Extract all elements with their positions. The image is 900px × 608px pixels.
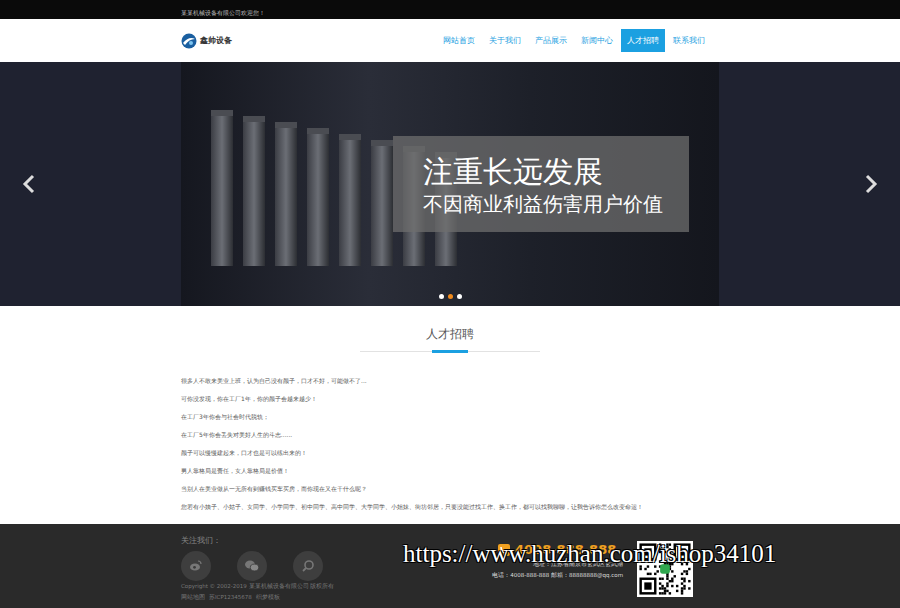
top-bar: 某某机械设备有限公司欢迎您！ [0, 0, 900, 19]
nav-item[interactable]: 联系我们 [667, 29, 711, 52]
paragraph: 在工厂5年你会丢失对美好人生的斗志...... [181, 426, 719, 444]
footer-link[interactable]: 网站地图 [181, 592, 205, 603]
slide-dot[interactable] [457, 294, 462, 299]
slide-dot[interactable] [439, 294, 444, 299]
paragraph: 可你没发现，你在工厂1年，你的颜子会越来越少！ [181, 390, 719, 408]
paragraph: 您若有小姨子、小姑子、女同学、小学同学、初中同学、高中同学、大学同学、小姐妹、街… [181, 498, 719, 516]
header: 鑫帅设备 网站首页关于我们产品展示新闻中心人才招聘联系我们 [0, 19, 900, 62]
main-nav: 网站首页关于我们产品展示新闻中心人才招聘联系我们 [437, 29, 711, 52]
welcome-text: 某某机械设备有限公司欢迎您！ [181, 9, 265, 16]
nav-item[interactable]: 网站首页 [437, 29, 481, 52]
footer-link[interactable]: 苏ICP12345678 [209, 592, 252, 603]
paragraph: 男人靠格局是责任，女人靠格局是价值！ [181, 462, 719, 480]
nav-item[interactable]: 关于我们 [483, 29, 527, 52]
nav-item[interactable]: 产品展示 [529, 29, 573, 52]
logo-icon [181, 33, 197, 49]
paragraph: 当别人在美业做从一无所有到赚钱买车买房，而你现在又在干什么呢？ [181, 480, 719, 498]
contact-info: 电话：4008-888-888 邮箱：88888888@qq.com [477, 570, 623, 581]
slide-dots [0, 294, 900, 299]
footer-link[interactable]: 织梦模板 [256, 592, 280, 603]
nav-item[interactable]: 新闻中心 [575, 29, 619, 52]
page: 某某机械设备有限公司欢迎您！ 鑫帅设备 网站首页关于我们产品展示新闻中心人才招聘… [0, 0, 900, 608]
wechat-icon[interactable] [237, 551, 267, 581]
paragraph: 在工厂3年你会与社会时代脱轨； [181, 408, 719, 426]
watermark: https://www.huzhan.com/ishop34101 [403, 540, 776, 568]
search-icon[interactable] [293, 551, 323, 581]
banner: 注重长远发展 不因商业利益伤害用户价值 [0, 62, 900, 306]
paragraph: 很多人不敢来美业上班，认为自己没有颜子，口才不好，可能做不了... [181, 372, 719, 390]
next-arrow-icon[interactable] [864, 174, 878, 194]
copyright: Copyright © 2002-2019 某某机械设备有限公司 版权所有 [181, 581, 497, 592]
weibo-icon[interactable] [181, 551, 211, 581]
paragraph: 颜子可以慢慢建起来，口才也是可以练出来的！ [181, 444, 719, 462]
logo[interactable]: 鑫帅设备 [181, 33, 232, 49]
nav-item[interactable]: 人才招聘 [621, 29, 665, 52]
footer: 关注我们： Copyright © 2002-2019 某某机械设备有限公司 版… [0, 524, 900, 608]
title-divider [360, 351, 540, 352]
banner-caption: 注重长远发展 不因商业利益伤害用户价值 [393, 136, 689, 232]
section-title: 人才招聘 [181, 306, 719, 342]
slide-dot[interactable] [448, 294, 453, 299]
prev-arrow-icon[interactable] [22, 174, 36, 194]
content: 人才招聘 很多人不敢来美业上班，认为自己没有颜子，口才不好，可能做不了...可你… [0, 306, 900, 524]
